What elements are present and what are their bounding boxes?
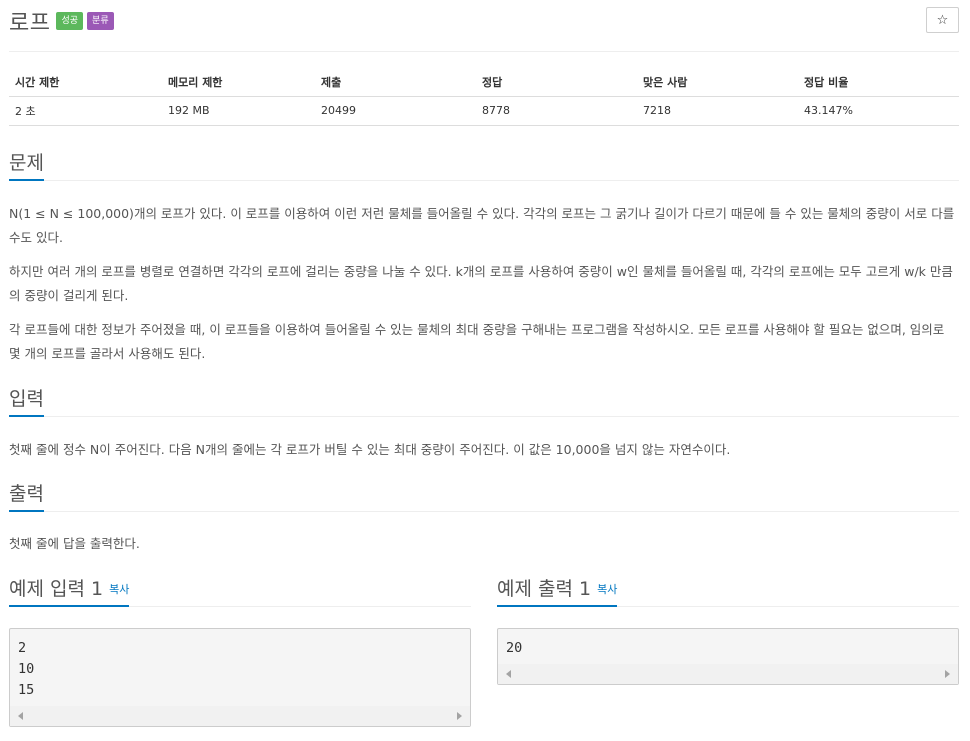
title-divider [9,51,959,52]
table-row: 2 초 192 MB 20499 8778 7218 43.147% [9,96,959,126]
description-paragraph-1: N(1 ≤ N ≤ 100,000)개의 로프가 있다. 이 로프를 이용하여 … [9,206,955,245]
sample-input-scrollbar[interactable] [10,706,470,726]
header-accepted: 정답 [476,68,637,97]
sample-output-header: 예제 출력 1 복사 [497,574,959,607]
page-title: 로프 [9,11,51,36]
header-submissions: 제출 [315,68,476,97]
input-description: 첫째 줄에 정수 N이 주어진다. 다음 N개의 줄에는 각 로프가 버틸 수 … [9,442,731,457]
input-section-header: 입력 [9,384,959,417]
scroll-left-arrow-icon[interactable] [18,712,23,720]
description-paragraph-2: 하지만 여러 개의 로프를 병렬로 연결하면 각각의 로프에 걸리는 중량을 나… [9,264,953,303]
sample-input-data: 2 10 15 [18,640,35,698]
table-header-row: 시간 제한 메모리 제한 제출 정답 맞은 사람 정답 비율 [9,68,959,97]
output-section-header: 출력 [9,479,959,512]
header-time-limit: 시간 제한 [9,68,162,97]
description-section-header: 문제 [9,148,959,181]
sample-input-title-wrap: 예제 입력 1 복사 [9,574,130,607]
output-description: 첫째 줄에 답을 출력한다. [9,536,140,551]
sample-output-title: 예제 출력 1 [497,578,592,600]
accept-ratio-value: 43.147% [798,96,959,126]
submissions-value[interactable]: 20499 [315,96,476,126]
header-accept-ratio: 정답 비율 [798,68,959,97]
sample-input-box[interactable]: 2 10 15 [9,628,471,727]
scroll-left-arrow-icon[interactable] [506,670,511,678]
sample-input-title: 예제 입력 1 [9,578,104,600]
description-paragraph-3: 각 로프들에 대한 정보가 주어졌을 때, 이 로프들을 이용하여 들어올릴 수… [9,322,945,361]
time-limit-value: 2 초 [9,96,162,126]
scroll-right-arrow-icon[interactable] [945,670,950,678]
scroll-right-arrow-icon[interactable] [457,712,462,720]
memory-limit-value: 192 MB [162,96,315,126]
solved-users-value[interactable]: 7218 [637,96,798,126]
sample-input-header: 예제 입력 1 복사 [9,574,471,607]
input-heading: 입력 [9,384,44,417]
header-memory-limit: 메모리 제한 [162,68,315,97]
sample-output-title-wrap: 예제 출력 1 복사 [497,574,618,607]
description-heading: 문제 [9,148,44,181]
problem-info-table: 시간 제한 메모리 제한 제출 정답 맞은 사람 정답 비율 2 초 192 M… [9,68,959,126]
category-badge[interactable]: 분류 [87,12,114,30]
sample-output-data: 20 [506,640,523,656]
header-solved-users: 맞은 사람 [637,68,798,97]
success-badge[interactable]: 성공 [56,12,84,30]
favorite-star-button[interactable]: ☆ [926,7,959,33]
problem-header: 로프 성공 분류 [9,6,114,36]
star-icon: ☆ [936,12,949,28]
sample-input-copy-link[interactable]: 복사 [109,583,129,596]
sample-output-copy-link[interactable]: 복사 [597,583,617,596]
sample-output-scrollbar[interactable] [498,664,958,684]
output-heading: 출력 [9,479,44,512]
accepted-value[interactable]: 8778 [476,96,637,126]
sample-output-box[interactable]: 20 [497,628,959,685]
